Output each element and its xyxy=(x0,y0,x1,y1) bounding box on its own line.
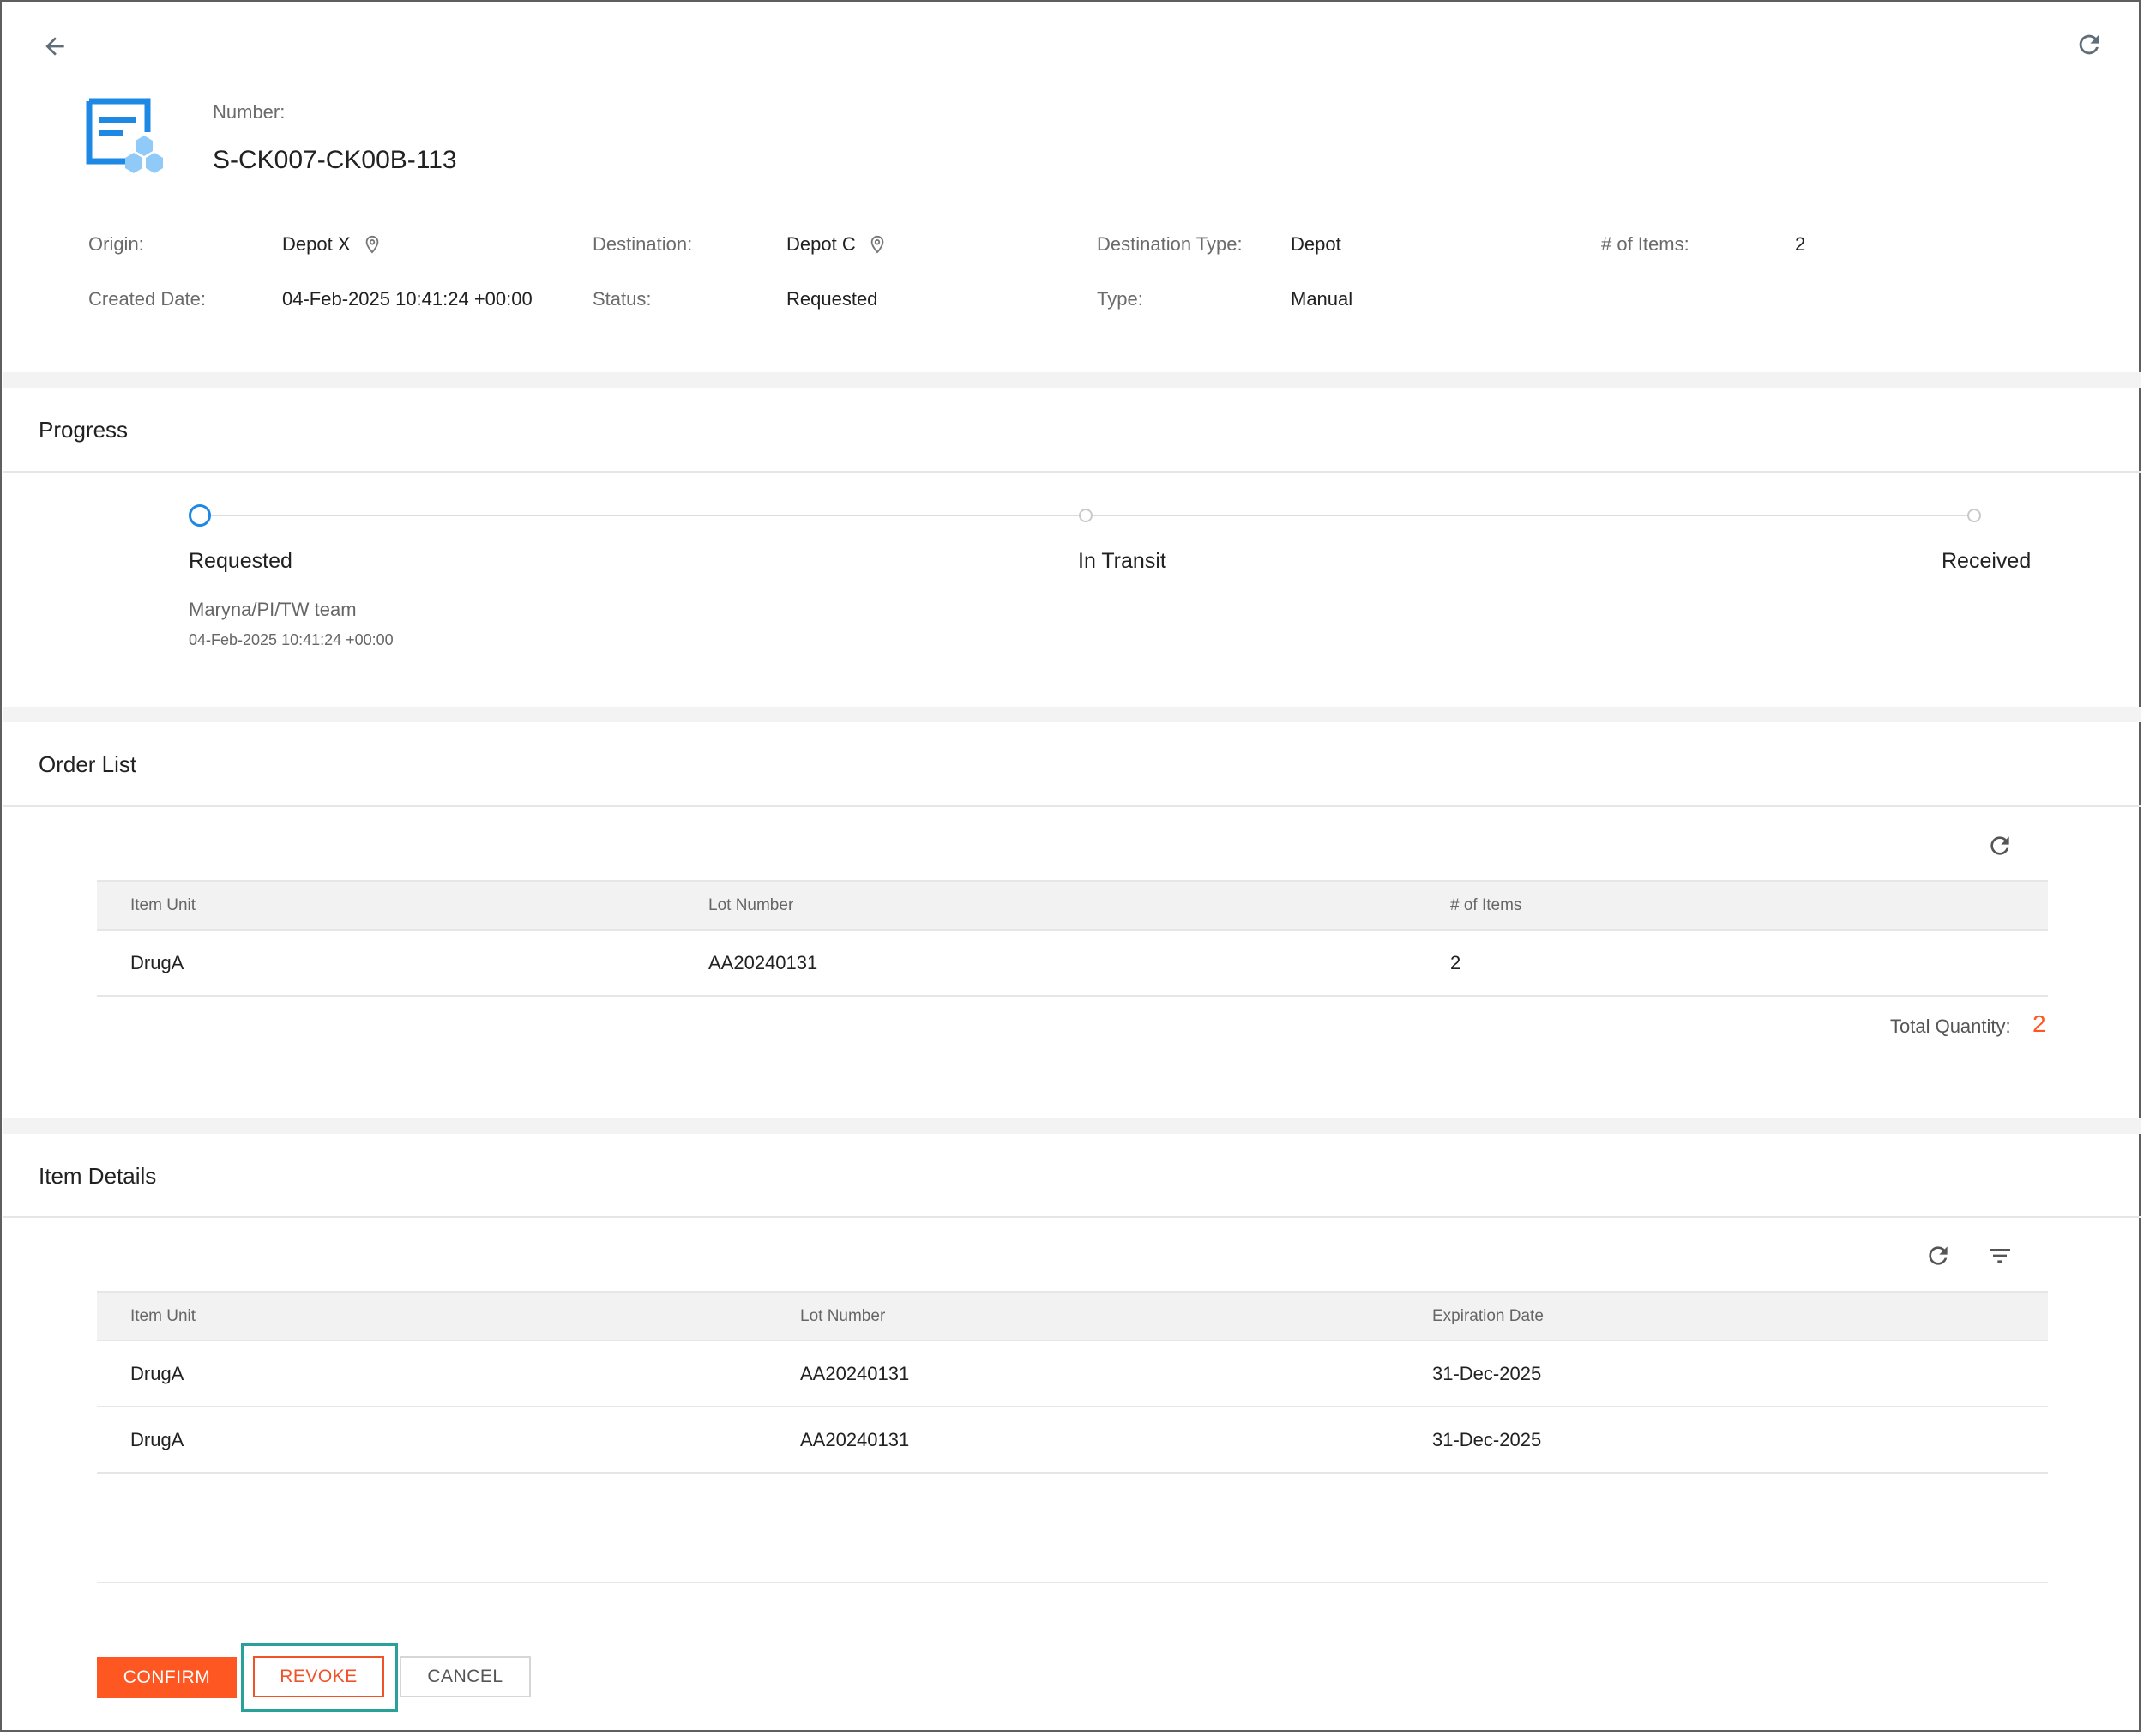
location-pin-icon[interactable] xyxy=(363,234,382,255)
refresh-icon xyxy=(2079,34,2099,55)
progress-step-in-transit-label: In Transit xyxy=(1078,549,1166,573)
created-date-label: Created Date: xyxy=(88,288,206,310)
table-row[interactable]: DrugA AA20240131 31-Dec-2025 xyxy=(97,1341,2048,1407)
column-header-items-count[interactable]: # of Items xyxy=(1450,882,1521,929)
shipment-document-icon xyxy=(86,98,165,175)
destination-type-value: Depot xyxy=(1291,233,1341,255)
destination-label: Destination: xyxy=(593,233,693,255)
destination-field: Depot C xyxy=(786,233,887,256)
order-list-refresh-button[interactable] xyxy=(1981,827,2019,865)
created-date-value: 04-Feb-2025 10:41:24 +00:00 xyxy=(282,288,533,310)
item-details-refresh-button[interactable] xyxy=(1919,1237,1957,1275)
origin-label: Origin: xyxy=(88,233,144,255)
location-pin-icon[interactable] xyxy=(868,234,887,255)
cell-lot-number: AA20240131 xyxy=(800,1429,910,1450)
cell-items-count: 2 xyxy=(1450,952,1461,973)
cell-item-unit: DrugA xyxy=(130,1363,184,1384)
shipment-number: S-CK007-CK00B-113 xyxy=(213,146,457,174)
column-header-item-unit[interactable]: Item Unit xyxy=(130,1293,196,1340)
revoke-button[interactable]: REVOKE xyxy=(253,1656,384,1697)
type-label: Type: xyxy=(1097,288,1143,310)
origin-field: Depot X xyxy=(282,233,382,256)
page-frame: Number: S-CK007-CK00B-113 Origin: Depot … xyxy=(0,0,2141,1732)
column-header-lot-number[interactable]: Lot Number xyxy=(800,1293,885,1340)
section-divider xyxy=(3,1118,2141,1134)
refresh-icon xyxy=(1990,836,2009,855)
arrow-left-icon xyxy=(45,37,64,56)
items-count-label: # of Items: xyxy=(1601,233,1689,255)
item-details-title: Item Details xyxy=(39,1163,157,1189)
total-quantity-value: 2 xyxy=(2033,1010,2046,1037)
column-header-lot-number[interactable]: Lot Number xyxy=(708,882,793,929)
cell-lot-number: AA20240131 xyxy=(800,1363,910,1384)
order-list-table-header: Item Unit Lot Number # of Items xyxy=(97,880,2048,931)
cell-expiration-date: 31-Dec-2025 xyxy=(1432,1429,1542,1450)
total-quantity-label: Total Quantity: xyxy=(1890,1016,2011,1037)
order-list-title: Order List xyxy=(39,751,137,777)
progress-step-received-marker xyxy=(1967,509,1981,522)
divider xyxy=(3,1216,2141,1218)
page-refresh-button[interactable] xyxy=(2070,26,2108,63)
cancel-button[interactable]: CANCEL xyxy=(400,1656,531,1697)
table-row[interactable]: DrugA AA20240131 31-Dec-2025 xyxy=(97,1407,2048,1474)
table-row[interactable]: DrugA AA20240131 2 xyxy=(97,931,2048,997)
status-value: Requested xyxy=(786,288,878,310)
column-header-item-unit[interactable]: Item Unit xyxy=(130,882,196,929)
status-label: Status: xyxy=(593,288,652,310)
section-divider xyxy=(3,707,2141,722)
section-divider xyxy=(3,372,2141,388)
divider xyxy=(3,471,2141,473)
filter-icon xyxy=(1990,1249,2010,1263)
origin-value: Depot X xyxy=(282,233,351,255)
progress-step-requested-date: 04-Feb-2025 10:41:24 +00:00 xyxy=(189,631,394,648)
progress-step-received-label: Received xyxy=(1942,549,2032,573)
item-details-filter-button[interactable] xyxy=(1981,1237,2019,1275)
cell-item-unit: DrugA xyxy=(130,952,184,973)
cell-item-unit: DrugA xyxy=(130,1429,184,1450)
item-details-table-header: Item Unit Lot Number Expiration Date xyxy=(97,1291,2048,1341)
progress-step-requested-marker xyxy=(189,504,211,527)
type-value: Manual xyxy=(1291,288,1353,310)
progress-step-requested-label: Requested xyxy=(189,549,292,573)
back-button[interactable] xyxy=(36,27,74,65)
number-label: Number: xyxy=(213,101,286,123)
progress-step-in-transit-marker xyxy=(1079,509,1093,522)
destination-value: Depot C xyxy=(786,233,856,255)
table-footer-divider xyxy=(97,1582,2048,1583)
divider xyxy=(3,805,2141,807)
refresh-icon xyxy=(1929,1246,1948,1265)
confirm-button[interactable]: CONFIRM xyxy=(97,1657,237,1698)
items-count-value: 2 xyxy=(1795,233,1806,255)
destination-type-label: Destination Type: xyxy=(1097,233,1243,255)
column-header-expiration-date[interactable]: Expiration Date xyxy=(1432,1293,1544,1340)
progress-step-requested-by: Maryna/PI/TW team xyxy=(189,599,357,620)
cell-lot-number: AA20240131 xyxy=(708,952,818,973)
cell-expiration-date: 31-Dec-2025 xyxy=(1432,1363,1542,1384)
progress-title: Progress xyxy=(39,417,129,443)
